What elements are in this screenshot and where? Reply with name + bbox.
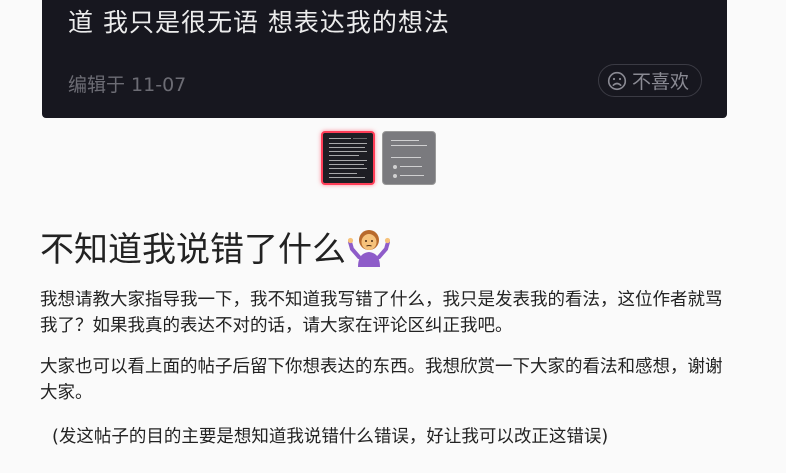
post-image-card: 道 我只是很无语 想表达我的想法 编辑于 11-07 不喜欢 [42, 0, 727, 118]
sad-face-icon [607, 71, 627, 91]
thumbnail-1[interactable] [321, 131, 375, 185]
image-thumbnail-strip [321, 131, 436, 185]
edit-date: 编辑于 11-07 [68, 74, 187, 96]
shrugging-person-emoji-icon [347, 227, 391, 267]
post-paragraph-3: (发这帖子的目的主要是想知道我说错什么错误，好让我可以改正这错误) [52, 427, 609, 447]
dislike-button[interactable]: 不喜欢 [597, 64, 702, 97]
post-title-text: 不知道我说错了什么 [40, 230, 346, 270]
dislike-label: 不喜欢 [631, 71, 689, 93]
post-title: 不知道我说错了什么 [40, 222, 391, 271]
post-image-text: 道 我只是很无语 想表达我的想法 [68, 8, 450, 37]
thumbnail-2[interactable] [382, 131, 436, 185]
post-paragraph-2: 大家也可以看上面的帖子后留下你想表达的东西。我想欣赏一下大家的看法和感想，谢谢大… [40, 357, 723, 403]
post-paragraph-1: 我想请教大家指导我一下，我不知道我写错了什么，我只是发表我的看法，这位作者就骂我… [40, 290, 723, 336]
